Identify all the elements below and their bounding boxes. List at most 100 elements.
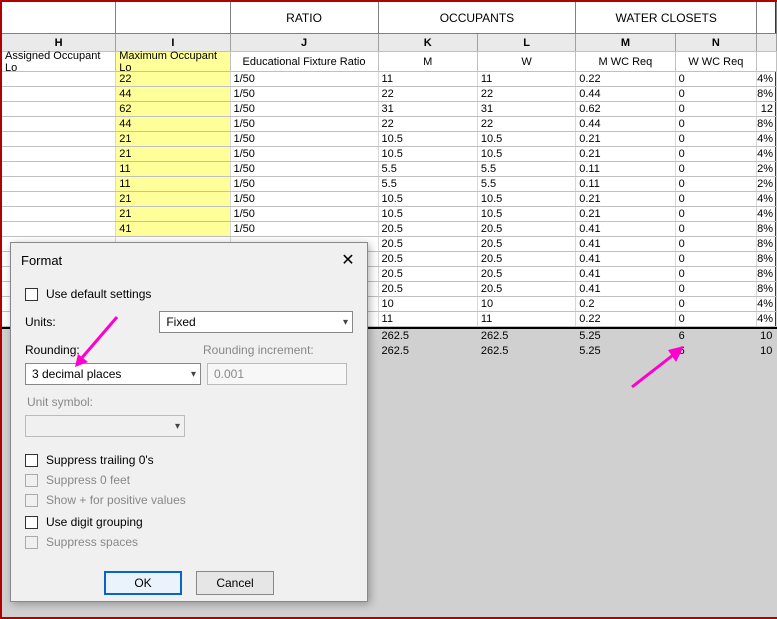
cell[interactable]: 0 [676,267,757,281]
cell[interactable]: 21 [116,147,230,161]
cell[interactable]: 0 [676,237,757,251]
cell[interactable]: 0 [676,102,757,116]
cell[interactable]: 4% [757,192,777,206]
hdr-maximum[interactable]: Maximum Occupant Lo [116,52,230,71]
rounding-select[interactable]: 3 decimal places ▾ [25,363,201,385]
cell[interactable]: 1/50 [231,132,379,146]
cell[interactable]: 10.5 [478,192,576,206]
cell[interactable]: 31 [478,102,576,116]
hdr-K[interactable]: M [379,52,478,71]
units-select[interactable]: Fixed ▾ [159,311,353,333]
hdr-L[interactable]: W [478,52,576,71]
cell[interactable]: 1/50 [231,117,379,131]
cell[interactable]: 62 [116,102,230,116]
col-letter-H[interactable]: H [2,34,116,51]
cell[interactable] [2,72,116,86]
cell[interactable]: 1/50 [231,177,379,191]
cell[interactable]: 2% [757,177,777,191]
cell[interactable]: 0.41 [576,237,675,251]
cell[interactable]: 0 [676,117,757,131]
cell[interactable] [2,192,116,206]
cell[interactable]: 20.5 [478,282,576,296]
col-letter-M[interactable]: M [576,34,675,51]
cell[interactable]: 0 [676,147,757,161]
cell[interactable]: 4% [757,147,777,161]
cell[interactable]: 4% [757,72,777,86]
cell[interactable]: 4% [757,132,777,146]
cell[interactable]: 20.5 [478,222,576,236]
cell[interactable]: 10.5 [379,147,478,161]
cell[interactable]: 21 [116,192,230,206]
cell[interactable]: 5.5 [478,177,576,191]
cell[interactable]: 5.5 [379,162,478,176]
cell[interactable]: 1/50 [231,87,379,101]
cell[interactable] [2,132,116,146]
cell[interactable]: 0 [676,132,757,146]
cell[interactable]: 10.5 [379,132,478,146]
cell[interactable]: 41 [116,222,230,236]
hdr-O[interactable] [757,52,777,71]
cell[interactable] [2,207,116,221]
cell[interactable]: 1/50 [231,72,379,86]
cell[interactable]: 21 [116,207,230,221]
cell[interactable] [2,162,116,176]
cell[interactable]: 20.5 [478,237,576,251]
cell[interactable]: 0.62 [576,102,675,116]
cell[interactable]: 10.5 [478,147,576,161]
cell[interactable]: 0.44 [576,117,675,131]
ok-button[interactable]: OK [104,571,182,595]
cell[interactable] [2,177,116,191]
cell[interactable]: 8% [757,267,777,281]
cell[interactable]: 8% [757,87,777,101]
cell[interactable] [2,222,116,236]
cell[interactable]: 0 [676,282,757,296]
cell[interactable]: 1/50 [231,162,379,176]
cell[interactable]: 5.5 [478,162,576,176]
cell[interactable]: 11 [116,162,230,176]
cell[interactable]: 2% [757,162,777,176]
cell[interactable]: 0 [676,87,757,101]
cell[interactable]: 0.44 [576,87,675,101]
cell[interactable]: 0.22 [576,72,675,86]
cell[interactable]: 44 [116,87,230,101]
cell[interactable]: 8% [757,252,777,266]
col-letter-I[interactable]: I [116,34,230,51]
cell[interactable]: 20.5 [379,222,478,236]
cell[interactable]: 10.5 [379,192,478,206]
close-button[interactable]: ✕ [337,249,359,271]
cell[interactable] [2,102,116,116]
cell[interactable]: 0 [676,177,757,191]
digit-grouping-row[interactable]: Use digit grouping [25,515,353,529]
cell[interactable]: 0.41 [576,282,675,296]
cell[interactable]: 20.5 [379,267,478,281]
cell[interactable]: 0.21 [576,147,675,161]
cell[interactable]: 12 [757,102,777,116]
hdr-ratio[interactable]: Educational Fixture Ratio [231,52,379,71]
cell[interactable]: 0 [676,192,757,206]
cell[interactable]: 10.5 [478,207,576,221]
cell[interactable] [2,87,116,101]
cell[interactable]: 22 [379,117,478,131]
cell[interactable]: 22 [478,87,576,101]
col-letter-L[interactable]: L [478,34,576,51]
cell[interactable]: 1/50 [231,147,379,161]
col-letter-K[interactable]: K [379,34,478,51]
cell[interactable]: 0 [676,162,757,176]
col-letter-J[interactable]: J [231,34,379,51]
cell[interactable]: 44 [116,117,230,131]
cell[interactable]: 11 [116,177,230,191]
cell[interactable]: 0.21 [576,132,675,146]
cell[interactable]: 20.5 [379,282,478,296]
cell[interactable]: 0 [676,207,757,221]
cell[interactable]: 4% [757,312,777,326]
col-letter-N[interactable]: N [676,34,757,51]
hdr-N[interactable]: W WC Req [676,52,757,71]
cell[interactable]: 0 [676,312,757,326]
cell[interactable]: 0.41 [576,222,675,236]
cell[interactable]: 0 [676,252,757,266]
cell[interactable]: 11 [478,72,576,86]
cell[interactable]: 11 [379,72,478,86]
cell[interactable]: 0.11 [576,177,675,191]
cell[interactable]: 11 [478,312,576,326]
cell[interactable]: 5.5 [379,177,478,191]
